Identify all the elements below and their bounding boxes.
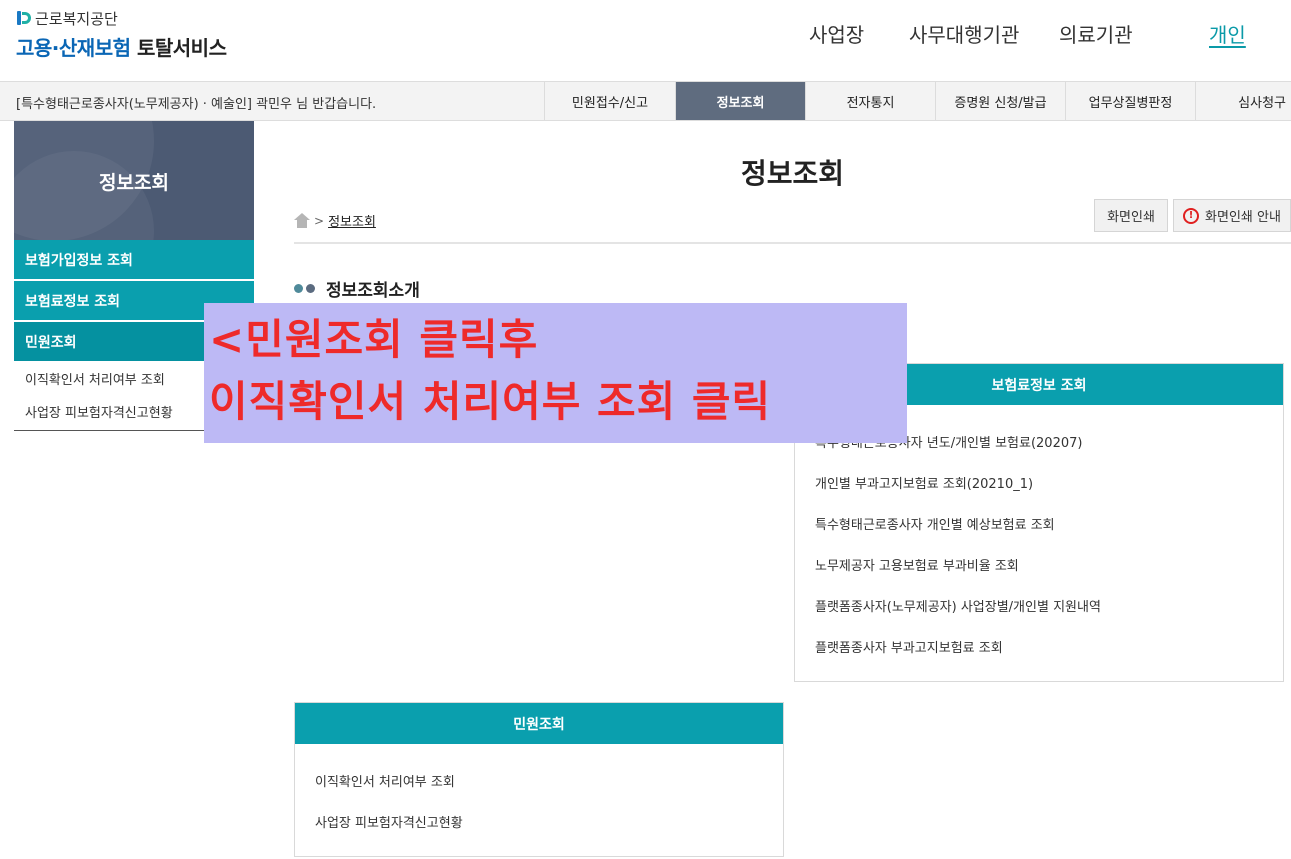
service-brand: 고용·산재보험 <box>16 36 131 60</box>
bullet-dots-icon <box>294 284 318 293</box>
print-button[interactable]: 화면인쇄 <box>1094 199 1168 232</box>
menu-civil-application[interactable]: 민원접수/신고 <box>544 82 675 120</box>
menu-occupational-disease[interactable]: 업무상질병판정 <box>1065 82 1195 120</box>
menu-certificate[interactable]: 증명원 신청/발급 <box>935 82 1065 120</box>
menu-info-inquiry[interactable]: 정보조회 <box>675 82 805 120</box>
instruction-overlay: <민원조회 클릭후 이직확인서 처리여부 조회 클릭 <box>204 303 907 443</box>
overlay-line-1: <민원조회 클릭후 <box>209 315 539 364</box>
premium-link-imposed[interactable]: 개인별 부과고지보험료 조회(20210_1) <box>815 473 1033 492</box>
print-guide-label: 화면인쇄 안내 <box>1205 210 1281 225</box>
menu-e-notice[interactable]: 전자통지 <box>805 82 935 120</box>
print-guide-button[interactable]: ! 화면인쇄 안내 <box>1173 199 1291 232</box>
breadcrumb: > 정보조회 <box>294 211 376 230</box>
topnav-agency[interactable]: 사무대행기관 <box>909 19 1019 48</box>
site-logo[interactable]: 근로복지공단 고용·산재보험 토탈서비스 <box>16 8 227 61</box>
chevron-right-icon: > <box>314 213 325 228</box>
page-title: 정보조회 <box>740 157 845 190</box>
comwel-logo-icon <box>16 10 32 26</box>
civil-card-title: 민원조회 <box>295 703 783 744</box>
premium-link-platform-imposed[interactable]: 플랫폼종사자 부과고지보험료 조회 <box>815 637 1003 656</box>
section-title: 정보조회소개 <box>294 276 420 301</box>
sub-header-bar: [특수형태근로종사자(노무제공자) · 예술인] 곽민우 님 반갑습니다. 민원… <box>0 81 1291 121</box>
topnav-medical[interactable]: 의료기관 <box>1059 19 1133 48</box>
alert-icon: ! <box>1183 207 1200 224</box>
main-menu: 민원접수/신고 정보조회 전자통지 증명원 신청/발급 업무상질병판정 심사청구 <box>544 82 1291 120</box>
premium-link-expected[interactable]: 특수형태근로종사자 개인별 예상보험료 조회 <box>815 514 1055 533</box>
service-sub: 토탈서비스 <box>136 36 227 60</box>
home-icon[interactable] <box>294 213 310 228</box>
site-header: 근로복지공단 고용·산재보험 토탈서비스 사업장 사무대행기관 의료기관 개인 <box>0 0 1291 82</box>
civil-inquiry-card: 민원조회 이직확인서 처리여부 조회 사업장 피보험자격신고현황 <box>294 702 784 857</box>
civil-link-qualification-report[interactable]: 사업장 피보험자격신고현황 <box>315 812 463 831</box>
content-divider <box>294 242 1291 244</box>
sidebar-header: 정보조회 <box>14 121 254 240</box>
sidebar-item-insurance-enrollment[interactable]: 보험가입정보 조회 <box>14 240 254 280</box>
topnav-personal[interactable]: 개인 <box>1209 19 1246 48</box>
menu-review-request[interactable]: 심사청구 <box>1195 82 1291 120</box>
premium-link-platform-support[interactable]: 플랫폼종사자(노무제공자) 사업장별/개인별 지원내역 <box>815 596 1101 615</box>
welcome-message: [특수형태근로종사자(노무제공자) · 예술인] 곽민우 님 반갑습니다. <box>16 97 377 112</box>
civil-link-separation-cert[interactable]: 이직확인서 처리여부 조회 <box>315 771 455 790</box>
overlay-line-2: 이직확인서 처리여부 조회 클릭 <box>209 377 772 426</box>
topnav-business[interactable]: 사업장 <box>809 19 864 48</box>
sidebar-title: 정보조회 <box>99 172 169 194</box>
premium-link-ratio[interactable]: 노무제공자 고용보험료 부과비율 조회 <box>815 555 1019 574</box>
breadcrumb-current[interactable]: 정보조회 <box>328 211 376 230</box>
org-name: 근로복지공단 <box>35 9 118 28</box>
